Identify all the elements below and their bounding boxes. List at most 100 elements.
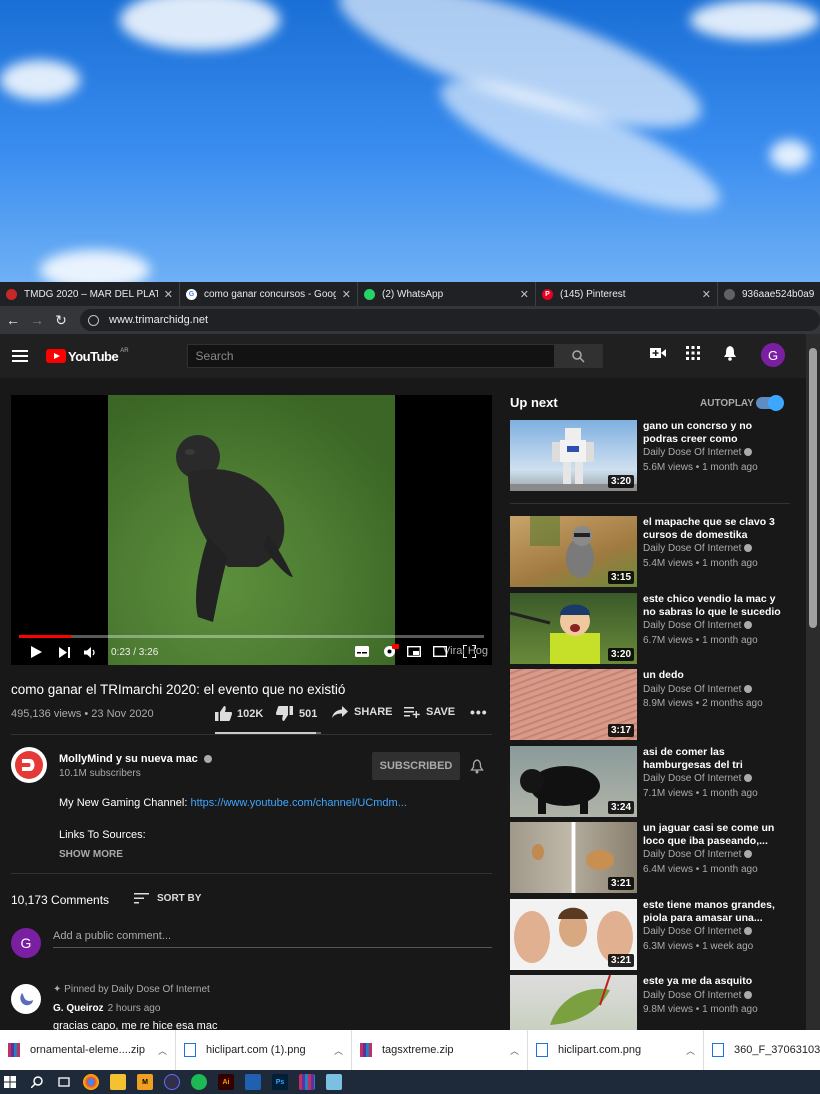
search-input[interactable]: Search xyxy=(186,344,555,368)
commenter-avatar[interactable] xyxy=(11,984,41,1014)
avatar-initial: G xyxy=(20,935,32,951)
thumbs-down-icon xyxy=(276,706,293,721)
video-title[interactable]: gano un concrso y no podras creer como D… xyxy=(643,420,783,474)
tab-whatsapp[interactable]: (2) WhatsApp ✕ xyxy=(358,282,536,306)
chevron-up-icon[interactable]: ︿ xyxy=(334,1044,343,1057)
download-item[interactable]: ornamental-eleme....zip ︿ xyxy=(0,1030,176,1070)
download-item[interactable]: hiclipart.com (1).png ︿ xyxy=(176,1030,352,1070)
search-icon[interactable] xyxy=(29,1074,45,1090)
download-item[interactable]: tagsxtreme.zip ︿ xyxy=(352,1030,528,1070)
download-filename: ornamental-eleme....zip xyxy=(30,1044,145,1056)
app-circle-icon[interactable] xyxy=(164,1074,180,1090)
theater-mode-icon[interactable] xyxy=(433,646,447,657)
bell-icon[interactable] xyxy=(723,346,737,361)
video-thumbnail[interactable]: 3:20 xyxy=(510,593,637,664)
task-view-icon[interactable] xyxy=(56,1074,72,1090)
video-thumbnail[interactable]: 3:17 xyxy=(510,669,637,740)
video-thumbnail[interactable]: 3:20 xyxy=(510,420,637,491)
volume-icon[interactable] xyxy=(84,646,96,658)
video-player[interactable]: 0:23 / 3:26 Viral Hog xyxy=(11,395,492,665)
app-m-icon[interactable]: M xyxy=(137,1074,153,1090)
fullscreen-icon[interactable] xyxy=(463,645,476,658)
chevron-up-icon[interactable]: ︿ xyxy=(158,1044,167,1057)
video-title[interactable]: un jaguar casi se come un loco que iba p… xyxy=(643,822,783,876)
close-icon[interactable]: ✕ xyxy=(702,288,711,301)
create-video-icon[interactable] xyxy=(650,346,666,360)
tab-google[interactable]: G como ganar concursos - Google ✕ xyxy=(180,282,358,306)
video-thumbnail[interactable]: 3:21 xyxy=(510,899,637,970)
notepad-icon[interactable] xyxy=(326,1074,342,1090)
description-link[interactable]: https://www.youtube.com/channel/UCmdm... xyxy=(190,797,406,809)
scrollbar-thumb[interactable] xyxy=(809,348,817,628)
player-controls: 0:23 / 3:26 Viral Hog xyxy=(11,641,492,663)
close-icon[interactable]: ✕ xyxy=(164,288,173,301)
sort-by-button[interactable]: SORT BY xyxy=(134,893,201,904)
apps-grid-icon[interactable] xyxy=(686,346,700,360)
download-item[interactable]: 360_F_370631038_.... xyxy=(704,1030,820,1070)
share-button[interactable]: SHARE xyxy=(332,706,393,718)
winrar-icon[interactable] xyxy=(299,1074,315,1090)
video-title[interactable]: este ya me da asquito Daily Dose Of Inte… xyxy=(643,975,783,1017)
video-thumbnail[interactable]: 3:24 xyxy=(510,746,637,817)
dislike-button[interactable]: 501 xyxy=(276,706,317,721)
video-title[interactable]: el mapache que se clavo 3 cursos de dome… xyxy=(643,516,783,570)
save-button[interactable]: SAVE xyxy=(404,706,455,718)
logo-text: YouTube xyxy=(68,348,119,364)
tab-image[interactable]: 936aae524b0a9107 xyxy=(718,282,820,306)
chevron-up-icon[interactable]: ︿ xyxy=(686,1044,695,1057)
channel-name[interactable]: MollyMind y su nueva mac xyxy=(59,753,212,765)
settings-gear-icon[interactable] xyxy=(383,644,399,658)
like-button[interactable]: 102K xyxy=(215,706,263,721)
illustrator-icon[interactable]: Ai xyxy=(218,1074,234,1090)
channel-avatar[interactable] xyxy=(11,747,47,783)
subscribe-button[interactable]: SUBSCRIBED xyxy=(372,752,460,780)
verified-icon xyxy=(203,755,212,764)
video-title[interactable]: este chico vendio la mac y no sabras lo … xyxy=(643,593,783,647)
more-actions-icon[interactable]: ••• xyxy=(470,704,488,720)
avatar-initial: G xyxy=(767,347,779,363)
close-icon[interactable]: ✕ xyxy=(342,288,351,301)
video-channel: Daily Dose Of Internet xyxy=(643,620,783,633)
photos-icon[interactable] xyxy=(245,1074,261,1090)
autoplay-toggle[interactable] xyxy=(756,395,784,411)
windows-start-icon[interactable] xyxy=(2,1074,18,1090)
tab-pinterest[interactable]: P (145) Pinterest ✕ xyxy=(536,282,718,306)
show-more-button[interactable]: SHOW MORE xyxy=(59,849,123,860)
video-title-text: asi de comer las hamburgesas del tri xyxy=(643,746,743,771)
download-item[interactable]: hiclipart.com.png ︿ xyxy=(528,1030,704,1070)
account-avatar[interactable]: G xyxy=(761,343,785,367)
reload-icon[interactable]: ↻ xyxy=(50,309,72,331)
video-thumbnail[interactable]: 3:21 xyxy=(510,822,637,893)
play-icon[interactable] xyxy=(31,646,42,658)
notification-bell-icon[interactable] xyxy=(470,759,484,774)
comment-time: 2 hours ago xyxy=(107,1003,161,1014)
next-icon[interactable] xyxy=(59,646,70,658)
photoshop-icon[interactable]: Ps xyxy=(272,1074,288,1090)
chevron-up-icon[interactable]: ︿ xyxy=(510,1044,519,1057)
video-thumbnail[interactable] xyxy=(510,975,637,1030)
add-comment-input[interactable]: Add a public comment... xyxy=(53,930,492,948)
progress-bar[interactable] xyxy=(19,635,484,638)
youtube-logo[interactable]: YouTube AR xyxy=(46,348,129,364)
video-title[interactable]: este tiene manos grandes, piola para ama… xyxy=(643,899,783,953)
subtitles-icon[interactable] xyxy=(355,646,369,657)
back-icon[interactable]: ← xyxy=(2,309,24,331)
url-input[interactable]: www.trimarchidg.net xyxy=(80,309,820,331)
divider xyxy=(11,734,492,735)
tab-tmdg[interactable]: TMDG 2020 – MAR DEL PLATA, A ✕ xyxy=(0,282,180,306)
file-explorer-icon[interactable] xyxy=(110,1074,126,1090)
spotify-icon[interactable] xyxy=(191,1074,207,1090)
miniplayer-icon[interactable] xyxy=(407,646,421,657)
comment-author[interactable]: G. Queiroz 2 hours ago xyxy=(53,1003,160,1014)
search-button[interactable] xyxy=(554,344,603,368)
video-title[interactable]: asi de comer las hamburgesas del tri Dai… xyxy=(643,746,783,800)
file-icon xyxy=(536,1043,548,1057)
video-thumbnail[interactable]: 3:15 xyxy=(510,516,637,587)
chrome-icon[interactable] xyxy=(83,1074,99,1090)
video-title[interactable]: un dedo Daily Dose Of Internet 8.9M view… xyxy=(643,669,783,711)
page-scrollbar[interactable] xyxy=(806,334,820,1030)
share-label: SHARE xyxy=(354,706,393,718)
close-icon[interactable]: ✕ xyxy=(520,288,529,301)
forward-icon[interactable]: → xyxy=(26,309,48,331)
hamburger-menu-icon[interactable] xyxy=(12,347,28,365)
